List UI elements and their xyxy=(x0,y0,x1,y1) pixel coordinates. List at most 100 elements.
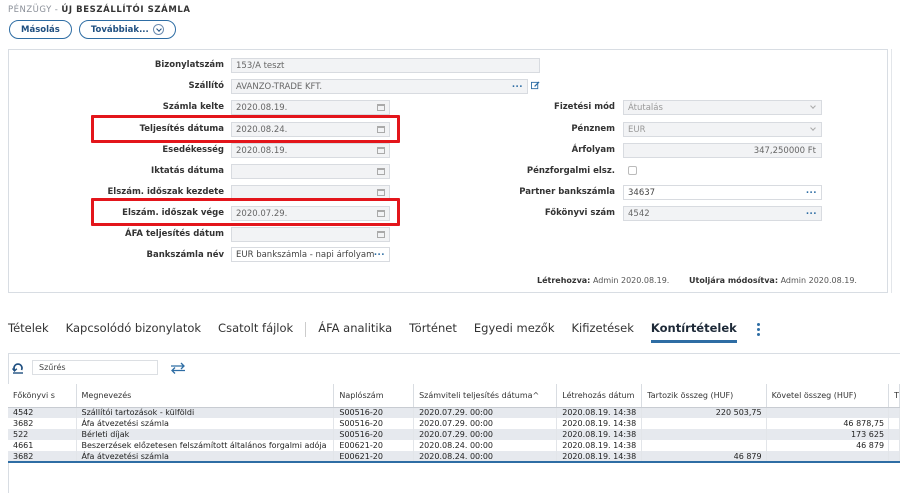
chevron-down-icon xyxy=(810,125,816,131)
szallito-field[interactable]: AVANZO-TRADE KFT.... xyxy=(231,79,528,94)
szallito-label: Szállító xyxy=(188,81,224,91)
partner-bankszamla-lookup-button[interactable]: ... xyxy=(806,186,817,196)
table-row[interactable]: 3682 Áfa átvezetési számla E00621-20 202… xyxy=(8,451,900,463)
column-header-label: Számviteli teljesítés dátuma xyxy=(419,390,533,400)
fizetesi-mod-select[interactable]: Átutalás xyxy=(623,100,822,115)
table-row[interactable]: 522 Bérleti díjak S00516-20 2020.07.29. … xyxy=(8,429,900,440)
tab-kontirtetelek[interactable]: Kontírtételek xyxy=(650,315,737,343)
calendar-icon[interactable] xyxy=(377,231,385,238)
fokonyvi-szam-lookup-button[interactable]: ... xyxy=(806,207,817,217)
penznem-label: Pénznem xyxy=(571,124,615,134)
edit-icon[interactable] xyxy=(531,81,540,90)
iktatas-datuma-field[interactable] xyxy=(231,164,390,179)
tab-divider xyxy=(305,321,307,337)
kontirtetelek-table: Főkönyvi s Megnevezés Naplószám Számvite… xyxy=(8,384,900,463)
more-tabs-icon[interactable] xyxy=(754,322,764,336)
table-cell xyxy=(766,451,890,463)
arfolyam-field[interactable]: 347,250000 Ft xyxy=(623,143,822,158)
table-cell: 173 625 xyxy=(766,429,890,440)
calendar-icon[interactable] xyxy=(377,104,385,111)
calendar-icon[interactable] xyxy=(377,168,385,175)
iktatas-datuma-label: Iktatás dátuma xyxy=(151,166,224,176)
tab-egyedi-mezok[interactable]: Egyedi mezők xyxy=(474,315,555,343)
more-button[interactable]: Továbbiak... xyxy=(78,20,176,39)
bankszamla-nev-field[interactable]: EUR bankszámla - napi árfolyam... xyxy=(231,247,390,262)
elszam-kezdete-label: Elszám. időszak kezdete xyxy=(107,187,224,197)
table-row[interactable]: 4542 Szállítói tartozások - külföldi S00… xyxy=(8,407,900,418)
esedekesseg-field[interactable]: 2020.08.19. xyxy=(231,143,390,158)
tab-bar: Tételek Kapcsolódó bizonylatok Csatolt f… xyxy=(0,315,900,343)
table-cell xyxy=(888,429,900,440)
bankszamla-lookup-button[interactable]: ... xyxy=(374,248,385,258)
column-header-sorted[interactable]: Számviteli teljesítés dátuma^ xyxy=(413,384,558,408)
table-cell: 2020.07.29. 00:00 xyxy=(413,418,558,429)
bizonylatszam-label: Bizonylatszám xyxy=(154,60,224,70)
table-cell: Áfa átvezetési számla xyxy=(76,418,335,429)
table-cell xyxy=(888,407,900,418)
table-cell xyxy=(888,451,900,463)
szamla-kelte-value: 2020.08.19. xyxy=(236,102,288,113)
table-cell: 522 xyxy=(8,429,77,440)
column-header[interactable]: T xyxy=(888,384,900,408)
bizonylatszam-field[interactable]: 153/A teszt xyxy=(231,58,540,73)
table-cell xyxy=(888,418,900,429)
highlight-teljesites-datuma xyxy=(91,115,400,143)
sort-icon: ^ xyxy=(532,390,540,400)
table-cell: 2020.08.19. 14:38 xyxy=(556,451,643,463)
partner-bankszamla-value: 34637 xyxy=(628,187,656,198)
filter-input[interactable]: Szűrés xyxy=(32,360,158,375)
fokonyvi-szam-field[interactable]: 4542... xyxy=(623,206,822,221)
modified-value: Admin 2020.08.19. xyxy=(780,276,857,285)
esedekesseg-value: 2020.08.19. xyxy=(236,145,288,156)
column-header[interactable]: Naplószám xyxy=(333,384,415,408)
fizetesi-mod-label: Fizetési mód xyxy=(554,102,615,112)
column-header[interactable]: Követel összeg (HUF) xyxy=(766,384,890,408)
table-cell: 2020.07.29. 00:00 xyxy=(413,429,558,440)
table-cell xyxy=(641,429,767,440)
penznem-select[interactable]: EUR xyxy=(623,122,822,137)
copy-button[interactable]: Másolás xyxy=(9,20,72,39)
penzforgalmi-checkbox[interactable] xyxy=(628,166,637,175)
tab-kifizetesek[interactable]: Kifizetések xyxy=(572,315,634,343)
column-header[interactable]: Főkönyvi s xyxy=(8,384,77,408)
refresh-icon[interactable] xyxy=(12,362,24,374)
afa-teljesites-label: ÁFA teljesítés dátum xyxy=(125,229,224,239)
tab-afa-analitika[interactable]: ÁFA analitika xyxy=(318,315,392,343)
table-cell: S00516-20 xyxy=(333,407,415,418)
table-cell: Szállítói tartozások - külföldi xyxy=(76,407,335,418)
tab-csatolt-fajlok[interactable]: Csatolt fájlok xyxy=(218,315,293,343)
created-info: Létrehozva: Admin 2020.08.19. xyxy=(537,276,669,285)
column-header[interactable]: Létrehozás dátum xyxy=(556,384,643,408)
penzforgalmi-label: Pénzforgalmi elsz. xyxy=(526,166,615,176)
szallito-lookup-button[interactable]: ... xyxy=(512,80,523,90)
table-row[interactable]: 4661 Beszerzések előzetesen felszámított… xyxy=(8,440,900,451)
szallito-value: AVANZO-TRADE KFT. xyxy=(236,81,323,92)
bankszamla-nev-value: EUR bankszámla - napi árfolyam xyxy=(236,249,375,260)
partner-bankszamla-field[interactable]: 34637... xyxy=(623,185,822,200)
table-cell: 3682 xyxy=(8,451,77,463)
filter-placeholder: Szűrés xyxy=(39,363,66,372)
highlight-elszam-vege xyxy=(91,198,400,226)
table-cell: 2020.08.19. 14:38 xyxy=(556,429,643,440)
table-cell: 4661 xyxy=(8,440,77,451)
table-cell: 2020.08.24. 00:00 xyxy=(413,440,558,451)
page-title: ÚJ BESZÁLLÍTÓI SZÁMLA xyxy=(61,5,191,15)
swap-columns-icon[interactable] xyxy=(170,362,186,374)
calendar-icon[interactable] xyxy=(377,189,385,196)
tab-kapcsolodo-bizonylatok[interactable]: Kapcsolódó bizonylatok xyxy=(66,315,201,343)
tab-tortenet[interactable]: Történet xyxy=(409,315,457,343)
column-header[interactable]: Megnevezés xyxy=(76,384,335,408)
calendar-icon[interactable] xyxy=(377,147,385,154)
table-cell xyxy=(641,418,767,429)
table-row[interactable]: 3682 Áfa átvezetési számla S00516-20 202… xyxy=(8,418,900,429)
table-cell: 4542 xyxy=(8,407,77,418)
table-cell: 46 879 xyxy=(641,451,767,463)
table-cell: 2020.08.19. 14:38 xyxy=(556,418,643,429)
afa-teljesites-field[interactable] xyxy=(231,227,390,242)
breadcrumb-section[interactable]: PÉNZÜGY xyxy=(8,5,52,15)
szamla-kelte-field[interactable]: 2020.08.19. xyxy=(231,100,390,115)
tab-tetelek[interactable]: Tételek xyxy=(8,315,49,343)
table-cell: 220 503,75 xyxy=(641,407,767,418)
column-header[interactable]: Tartozik összeg (HUF) xyxy=(641,384,767,408)
table-cell: 3682 xyxy=(8,418,77,429)
